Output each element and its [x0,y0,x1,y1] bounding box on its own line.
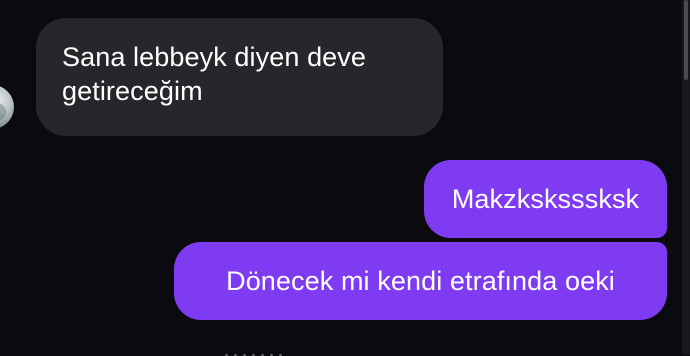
received-message-line-1: Sana lebbeyk diyen deve [62,42,367,72]
sent-message-bubble-1[interactable]: Makzksksssksk [424,160,667,238]
contact-avatar-icon[interactable] [0,85,14,129]
scrollbar-thumb[interactable] [684,0,688,80]
received-message-bubble[interactable]: Sana lebbeyk diyen deve getireceğim [36,18,443,136]
chat-thread: Sana lebbeyk diyen deve getireceğim Makz… [0,0,690,356]
sent-message-text-2: Dönecek mi kendi etrafında oeki [226,266,615,296]
sent-message-text-1: Makzksksssksk [451,184,640,214]
scrollbar[interactable] [682,0,690,355]
received-message-line-2: getireceğim [62,76,203,106]
sent-message-bubble-2[interactable]: Dönecek mi kendi etrafında oeki [174,242,667,320]
